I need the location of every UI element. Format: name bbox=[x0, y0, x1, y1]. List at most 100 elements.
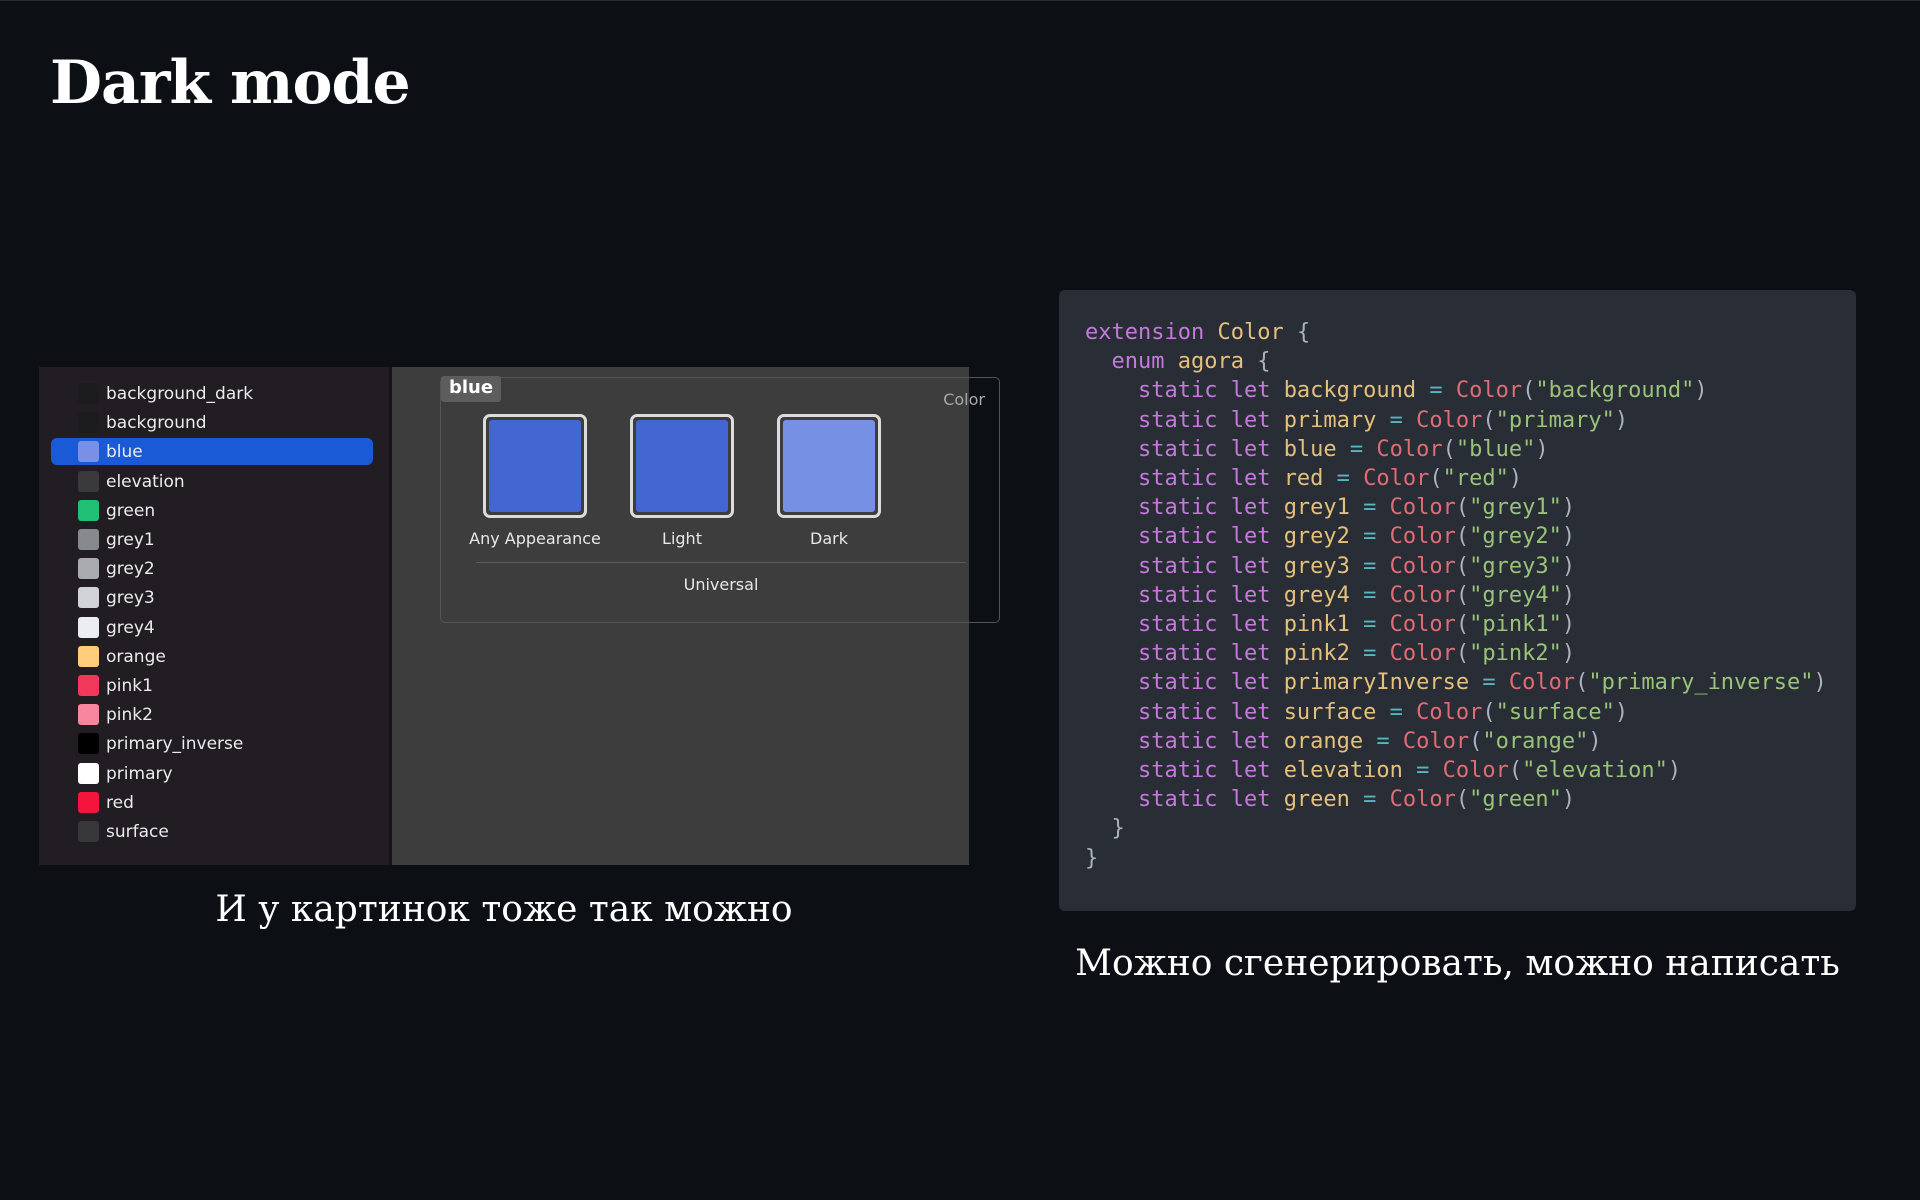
asset-item-orange[interactable]: orange bbox=[51, 643, 373, 670]
asset-item-background[interactable]: background bbox=[51, 409, 373, 436]
code-token: static let bbox=[1137, 582, 1271, 608]
code-token: ) bbox=[1694, 378, 1708, 404]
code-token: = bbox=[1402, 758, 1443, 784]
code-line: static let red = Color("red") bbox=[1085, 466, 1522, 491]
code-token: ) bbox=[1588, 728, 1602, 754]
code-token: ( bbox=[1455, 787, 1470, 813]
code-token: = bbox=[1349, 553, 1390, 579]
asset-item-grey3[interactable]: grey3 bbox=[51, 584, 373, 611]
asset-item-grey4[interactable]: grey4 bbox=[51, 614, 373, 641]
asset-item-label: primary_inverse bbox=[106, 734, 244, 755]
color-well-swatch bbox=[636, 420, 728, 512]
code-token: ( bbox=[1429, 466, 1443, 492]
code-token: = bbox=[1376, 699, 1417, 725]
asset-item-primary-inverse[interactable]: primary_inverse bbox=[51, 730, 373, 757]
asset-item-green[interactable]: green bbox=[51, 497, 373, 524]
code-token: "grey1" bbox=[1469, 495, 1562, 521]
code-token: = bbox=[1349, 641, 1390, 667]
code-token: } bbox=[1085, 816, 1125, 842]
code-token: Color bbox=[1389, 582, 1456, 608]
code-token: = bbox=[1469, 670, 1509, 696]
code-token: = bbox=[1349, 787, 1390, 813]
code-line: static let primary = Color("primary") bbox=[1085, 408, 1628, 433]
code-token: Color bbox=[1508, 670, 1576, 696]
code-token: static let bbox=[1137, 612, 1271, 638]
code-token: ) bbox=[1561, 495, 1576, 521]
color-swatch-icon bbox=[78, 733, 99, 755]
asset-item-grey1[interactable]: grey1 bbox=[51, 526, 373, 553]
universal-label: Universal bbox=[683, 575, 759, 594]
code-line: static let grey1 = Color("grey1") bbox=[1085, 495, 1575, 520]
code-token: Color bbox=[1363, 466, 1430, 492]
color-well-label-light: Light bbox=[662, 529, 702, 548]
color-swatch-icon bbox=[78, 587, 99, 609]
code-line: static let background = Color("backgroun… bbox=[1085, 378, 1708, 403]
asset-item-label: pink1 bbox=[106, 676, 153, 696]
asset-item-background-dark[interactable]: background_dark bbox=[51, 380, 373, 407]
code-line: extension Color { bbox=[1085, 320, 1310, 345]
code-token: "grey2" bbox=[1469, 524, 1562, 550]
code-token: background bbox=[1283, 378, 1417, 404]
color-well-any-appearance[interactable] bbox=[483, 414, 587, 518]
code-token: ( bbox=[1455, 553, 1470, 579]
code-token: = bbox=[1416, 378, 1456, 404]
code-token: ) bbox=[1561, 524, 1576, 550]
asset-item-label: background_dark bbox=[106, 384, 254, 404]
color-well-dark[interactable] bbox=[777, 414, 881, 518]
code-token: grey3 bbox=[1283, 553, 1350, 579]
assets-caption: И у картинок тоже так можно bbox=[215, 889, 793, 930]
color-swatch-icon bbox=[78, 558, 99, 580]
code-token: "grey3" bbox=[1469, 553, 1562, 579]
code-token: "red" bbox=[1442, 466, 1509, 492]
code-line: static let grey3 = Color("grey3") bbox=[1085, 554, 1575, 579]
code-token: ) bbox=[1614, 407, 1629, 433]
asset-item-primary[interactable]: primary bbox=[51, 760, 373, 787]
code-token: orange bbox=[1283, 728, 1364, 754]
color-swatch-icon bbox=[78, 675, 99, 696]
color-well-light[interactable] bbox=[630, 414, 734, 518]
code-token: = bbox=[1349, 495, 1390, 521]
code-token: static let bbox=[1137, 641, 1271, 667]
asset-item-pink2[interactable]: pink2 bbox=[51, 701, 373, 728]
code-token: ) bbox=[1561, 641, 1576, 667]
code-token: Color bbox=[1455, 378, 1523, 404]
code-token: ( bbox=[1455, 612, 1470, 638]
code-token: ) bbox=[1813, 670, 1827, 696]
code-token: ( bbox=[1455, 582, 1470, 608]
code-token: "orange" bbox=[1482, 728, 1589, 754]
code-token: static let bbox=[1137, 787, 1271, 813]
asset-item-blue[interactable]: blue bbox=[51, 438, 373, 466]
color-swatch-icon bbox=[78, 616, 99, 638]
asset-item-pink1[interactable]: pink1 bbox=[51, 672, 373, 699]
asset-item-grey2[interactable]: grey2 bbox=[51, 555, 373, 582]
asset-item-red[interactable]: red bbox=[51, 789, 373, 816]
code-block: extension Color { enum agora { static le… bbox=[1085, 318, 1827, 873]
asset-item-surface[interactable]: surface bbox=[51, 818, 373, 845]
code-token: Color bbox=[1217, 320, 1284, 345]
code-token: ( bbox=[1455, 524, 1470, 550]
code-token: ( bbox=[1442, 436, 1456, 462]
code-line: } bbox=[1085, 846, 1098, 871]
color-well-label-dark: Dark bbox=[810, 529, 848, 548]
color-swatch-icon bbox=[78, 762, 99, 784]
asset-item-elevation[interactable]: elevation bbox=[51, 468, 373, 495]
code-token: ( bbox=[1482, 699, 1496, 725]
asset-item-label: orange bbox=[106, 646, 166, 667]
asset-item-label: grey3 bbox=[106, 588, 155, 609]
code-token: ) bbox=[1667, 758, 1682, 784]
